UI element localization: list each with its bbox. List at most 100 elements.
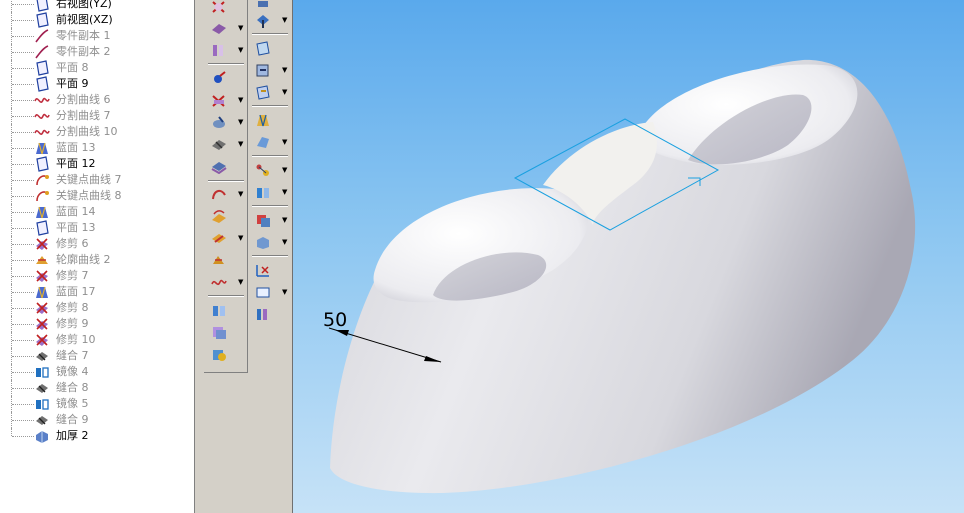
toolbar-button-coordinate[interactable]: ▼	[252, 60, 288, 80]
toolbar-button-rule-surface[interactable]: ▼	[208, 40, 244, 60]
toolbar-button-lock[interactable]	[208, 344, 244, 364]
chevron-down-icon[interactable]: ▼	[282, 89, 287, 96]
tree-item[interactable]: 缝合 8	[0, 380, 194, 396]
tree-item[interactable]: 分割曲线 6	[0, 92, 194, 108]
tree-branch-line	[12, 52, 34, 53]
tree-item[interactable]: 修剪 6	[0, 236, 194, 252]
tree-branch-line	[12, 212, 34, 213]
tree-item-label: 修剪 8	[56, 301, 89, 314]
toolbar-button-silhouette[interactable]	[208, 250, 244, 270]
tree-item[interactable]: 蓝面 17	[0, 284, 194, 300]
toolbar-button-fill[interactable]: ▼	[252, 132, 288, 152]
chevron-down-icon[interactable]: ▼	[282, 167, 287, 174]
tree-item[interactable]: 缝合 9	[0, 412, 194, 428]
tree-item[interactable]: 缝合 7	[0, 348, 194, 364]
tree-branch-line	[12, 132, 34, 133]
toolbar-button-axis[interactable]: ▼	[252, 10, 288, 30]
toolbar-button-solid[interactable]: ▼	[252, 232, 288, 252]
tree-branch-line	[12, 420, 34, 421]
toolbar-button-trim[interactable]: ▼	[208, 90, 244, 110]
chevron-down-icon[interactable]: ▼	[238, 97, 243, 104]
tree-branch-line	[12, 356, 34, 357]
tree-item[interactable]: 修剪 10	[0, 332, 194, 348]
chevron-down-icon[interactable]: ▼	[282, 289, 287, 296]
toolbar-button-point[interactable]	[208, 68, 244, 88]
tree-item[interactable]: 平面 12	[0, 156, 194, 172]
tree-item-label: 关键点曲线 7	[56, 173, 122, 186]
toolbar-button-curve[interactable]: ▼	[208, 184, 244, 204]
chevron-down-icon[interactable]: ▼	[238, 191, 243, 198]
lofted-surface-icon	[34, 204, 51, 220]
toolbar-button-cut[interactable]	[208, 0, 244, 16]
toolbar-button-transform[interactable]	[252, 260, 288, 280]
toolbar-button-loft[interactable]	[252, 110, 288, 130]
toolbar-separator	[208, 180, 244, 182]
trim-icon	[34, 300, 51, 316]
mirror-icon	[34, 364, 51, 380]
tree-item[interactable]: 分割曲线 7	[0, 108, 194, 124]
toolbar-button-copy[interactable]	[208, 322, 244, 342]
tree-item[interactable]: 零件副本 1	[0, 28, 194, 44]
chevron-down-icon[interactable]: ▼	[282, 189, 287, 196]
chevron-down-icon[interactable]: ▼	[238, 279, 243, 286]
dimension-label[interactable]: 50	[323, 309, 347, 331]
toolbar-button-sew[interactable]: ▼	[208, 134, 244, 154]
tree-item[interactable]: 轮廓曲线 2	[0, 252, 194, 268]
tree-branch-line	[12, 100, 34, 101]
toolbar-button-project-curve[interactable]	[208, 206, 244, 226]
tree-item[interactable]: 关键点曲线 7	[0, 172, 194, 188]
tree-item[interactable]: 修剪 9	[0, 316, 194, 332]
chevron-down-icon[interactable]: ▼	[238, 141, 243, 148]
toolbar-separator	[252, 205, 288, 207]
tree-item[interactable]: 右视图(YZ)	[0, 0, 194, 12]
trim-icon	[34, 236, 51, 252]
toolbar-button-plane[interactable]	[252, 38, 288, 58]
toolbar-button-mirror[interactable]	[208, 300, 244, 320]
tree-item[interactable]: 关键点曲线 8	[0, 188, 194, 204]
chevron-down-icon[interactable]: ▼	[282, 139, 287, 146]
tree-item[interactable]: 修剪 7	[0, 268, 194, 284]
toolbar-button-blend[interactable]: ▼	[208, 112, 244, 132]
trim-icon	[34, 316, 51, 332]
tree-item[interactable]: 蓝面 14	[0, 204, 194, 220]
tree-item[interactable]: 分割曲线 10	[0, 124, 194, 140]
toolbar-button-extrude-surface[interactable]: ▼	[208, 18, 244, 38]
toolbar-button-thicken[interactable]	[208, 156, 244, 176]
toolbar-separator	[208, 63, 244, 65]
model-canvas[interactable]	[293, 0, 964, 513]
tree-item[interactable]: 加厚 2	[0, 428, 194, 444]
3d-viewport[interactable]: 50	[292, 0, 964, 513]
chevron-down-icon[interactable]: ▼	[238, 119, 243, 126]
toolbar-button-keypoint[interactable]: ▼	[252, 160, 288, 180]
chevron-down-icon[interactable]: ▼	[282, 239, 287, 246]
panel-splitter[interactable]	[194, 0, 204, 513]
thicken-icon	[34, 428, 51, 444]
surface-toolbar: ▼ ▼ ▼ ▼ ▼ ▼ ▼ ▼	[204, 0, 248, 373]
tree-item[interactable]: 修剪 8	[0, 300, 194, 316]
tree-item[interactable]: 平面 8	[0, 60, 194, 76]
tree-item[interactable]: 前视图(XZ)	[0, 12, 194, 28]
tree-item[interactable]: 平面 9	[0, 76, 194, 92]
tree-item[interactable]: 蓝面 13	[0, 140, 194, 156]
chevron-down-icon[interactable]: ▼	[282, 217, 287, 224]
tree-item[interactable]: 镜像 4	[0, 364, 194, 380]
chevron-down-icon[interactable]: ▼	[282, 67, 287, 74]
toolbar-button-boolean[interactable]: ▼	[252, 210, 288, 230]
toolbar-button-mirror-feature[interactable]: ▼	[252, 182, 288, 202]
tree-item-label: 蓝面 13	[56, 141, 96, 154]
feature-tree[interactable]: 右视图(YZ) 前视图(XZ) 零件副本 1 零件副本 2 平面 8 平面 9 分割曲线 6…	[0, 0, 194, 513]
tree-item[interactable]: 零件副本 2	[0, 44, 194, 60]
chevron-down-icon[interactable]: ▼	[282, 17, 287, 24]
tree-item[interactable]: 镜像 5	[0, 396, 194, 412]
chevron-down-icon[interactable]: ▼	[238, 235, 243, 242]
toolbar-button-split-curve[interactable]: ▼	[208, 272, 244, 292]
toolbar-button-intersect-curve[interactable]: ▼	[208, 228, 244, 248]
tree-branch-line	[12, 84, 34, 85]
toolbar-button-pattern[interactable]	[252, 304, 288, 324]
tree-item[interactable]: 平面 13	[0, 220, 194, 236]
toolbar-button-section[interactable]: ▼	[252, 282, 288, 302]
chevron-down-icon[interactable]: ▼	[238, 47, 243, 54]
tree-item-label: 修剪 9	[56, 317, 89, 330]
toolbar-button-offset-plane[interactable]: ▼	[252, 82, 288, 102]
chevron-down-icon[interactable]: ▼	[238, 25, 243, 32]
